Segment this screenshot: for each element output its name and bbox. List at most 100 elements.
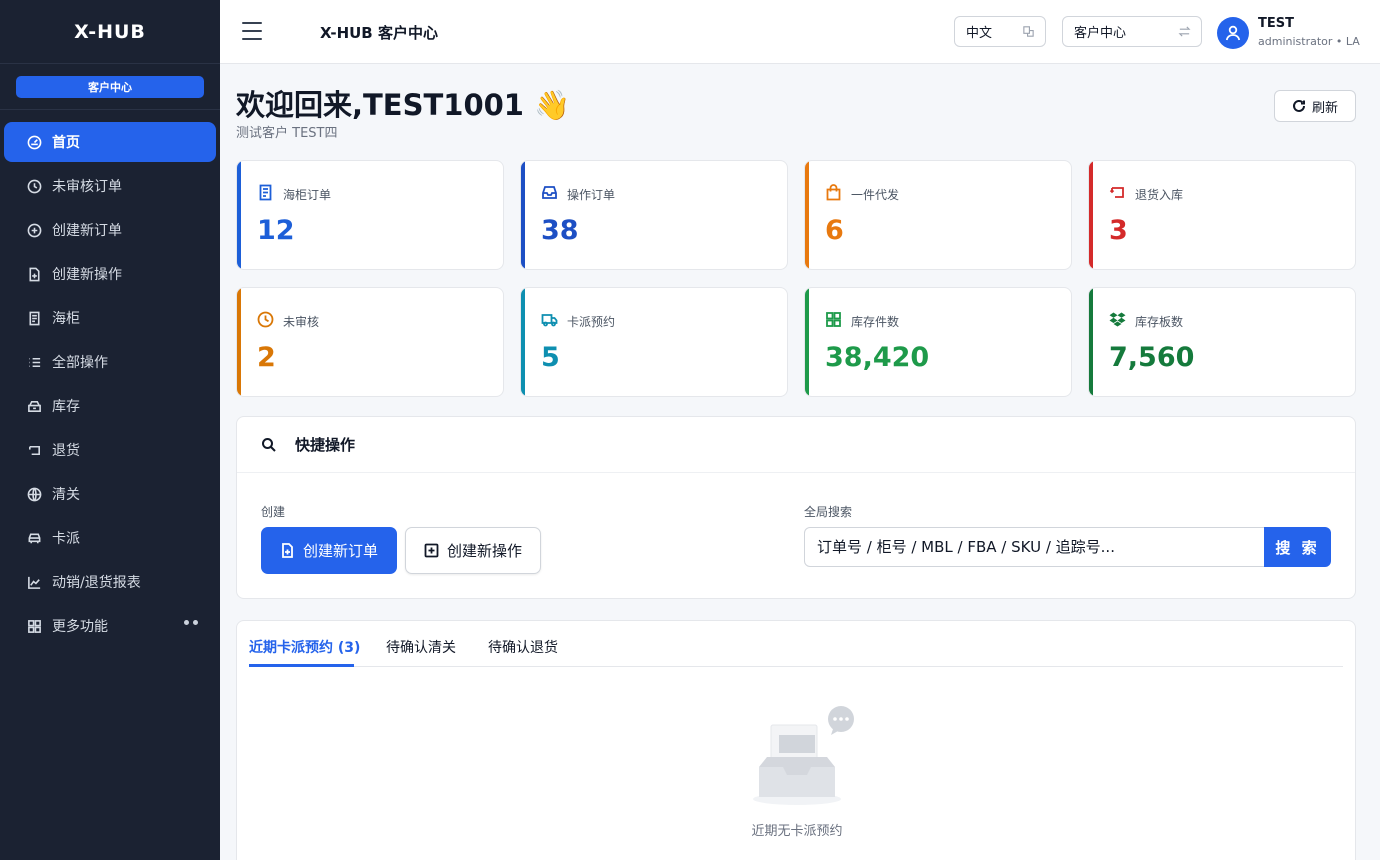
- clock-icon: [26, 178, 42, 194]
- card-accent-bar: [1089, 161, 1093, 269]
- tabs-panel: 近期卡派预约 (3) 待确认清关 待确认退货 近期无卡派预约: [236, 620, 1356, 860]
- stat-card-operation-orders[interactable]: 操作订单 38: [520, 160, 788, 270]
- list-icon: [26, 354, 42, 370]
- customer-center-badge: 客户中心: [16, 75, 204, 98]
- receipt-icon: [257, 184, 274, 201]
- create-label: 创建: [261, 505, 286, 519]
- refresh-icon: [1293, 99, 1305, 112]
- stat-card-trucking-appointments[interactable]: 卡派预约 5: [520, 287, 788, 397]
- translate-icon: [1022, 25, 1035, 38]
- tab-pending-returns[interactable]: 待确认退货: [488, 637, 558, 657]
- dashboard-icon: [26, 134, 42, 150]
- sidebar-item-reports[interactable]: 动销/退货报表: [4, 562, 216, 602]
- more-dots-icon: [184, 620, 198, 625]
- sidebar: X-HUB 客户中心 首页 未审核订单 创建新订单 创建新操作 海柜 全部操作: [0, 0, 220, 860]
- sidebar-item-label: 卡派: [52, 531, 80, 547]
- language-select-value: 中文: [966, 26, 993, 41]
- sidebar-item-label: 未审核订单: [52, 179, 122, 195]
- user-role: administrator • LA: [1258, 35, 1360, 48]
- return-icon: [1109, 184, 1126, 201]
- sidebar-item-returns[interactable]: 退货: [4, 430, 216, 470]
- refresh-button[interactable]: 刷新: [1274, 90, 1356, 122]
- stat-label: 未审核: [283, 315, 320, 329]
- sidebar-item-container[interactable]: 海柜: [4, 298, 216, 338]
- sidebar-item-pending-orders[interactable]: 未审核订单: [4, 166, 216, 206]
- tab-pending-customs[interactable]: 待确认清关: [386, 637, 456, 657]
- stat-card-inventory-pallets[interactable]: 库存板数 7,560: [1088, 287, 1356, 397]
- stat-value: 38,420: [825, 342, 930, 373]
- sidebar-item-more[interactable]: 更多功能: [4, 606, 216, 646]
- stat-value: 2: [257, 342, 276, 373]
- create-order-button[interactable]: 创建新订单: [261, 527, 397, 574]
- sidebar-item-home[interactable]: 首页: [4, 122, 216, 162]
- stat-card-container-orders[interactable]: 海柜订单 12: [236, 160, 504, 270]
- dropbox-icon: [1109, 311, 1126, 328]
- stat-value: 12: [257, 215, 295, 246]
- tab-bar: 近期卡派预约 (3) 待确认清关 待确认退货: [249, 621, 1343, 667]
- user-name: TEST: [1258, 16, 1294, 31]
- stat-card-inventory-items[interactable]: 库存件数 38,420: [804, 287, 1072, 397]
- sidebar-item-label: 创建新订单: [52, 223, 122, 239]
- sidebar-item-label: 创建新操作: [52, 267, 122, 283]
- stat-value: 6: [825, 215, 844, 246]
- search-icon: [262, 437, 276, 452]
- file-plus-icon: [282, 543, 293, 558]
- badge-wrap: 客户中心: [0, 64, 220, 110]
- car-icon: [26, 530, 42, 546]
- stat-label: 退货入库: [1135, 188, 1184, 202]
- create-operation-label: 创建新操作: [446, 542, 522, 560]
- language-select[interactable]: 中文: [954, 16, 1046, 47]
- stat-card-pending-review[interactable]: 未审核 2: [236, 287, 504, 397]
- sidebar-item-label: 首页: [52, 135, 80, 151]
- sidebar-item-label: 退货: [52, 443, 80, 459]
- stat-label: 操作订单: [567, 188, 616, 202]
- stat-card-dropship[interactable]: 一件代发 6: [804, 160, 1072, 270]
- card-accent-bar: [805, 288, 809, 396]
- file-plus-icon: [26, 266, 42, 282]
- empty-state-text: 近期无卡派预约: [751, 824, 843, 839]
- quick-actions-panel: 快捷操作 创建 创建新订单 创建新操作 全局搜索 搜 索: [236, 416, 1356, 599]
- clock-icon: [257, 311, 274, 328]
- quick-actions-header: 快捷操作: [237, 417, 1355, 473]
- create-operation-button[interactable]: 创建新操作: [405, 527, 541, 574]
- inbox-icon: [541, 184, 558, 201]
- box-icon: [26, 398, 42, 414]
- sidebar-item-create-order[interactable]: 创建新订单: [4, 210, 216, 250]
- tab-trucking-appointments[interactable]: 近期卡派预约 (3): [249, 637, 360, 657]
- hamburger-menu-icon[interactable]: [242, 22, 262, 40]
- plus-circle-icon: [26, 222, 42, 238]
- stat-value: 7,560: [1109, 342, 1195, 373]
- receipt-icon: [26, 310, 42, 326]
- sidebar-item-label: 清关: [52, 487, 80, 503]
- grid-icon: [26, 618, 42, 634]
- top-bar: X-HUB 客户中心 中文 客户中心 TEST administrator • …: [220, 0, 1380, 64]
- top-bar-title: X-HUB 客户中心: [320, 24, 438, 42]
- global-search-input[interactable]: [804, 527, 1265, 567]
- sidebar-item-label: 更多功能: [52, 619, 108, 635]
- return-icon: [26, 442, 42, 458]
- sidebar-item-inventory[interactable]: 库存: [4, 386, 216, 426]
- sidebar-nav: 首页 未审核订单 创建新订单 创建新操作 海柜 全部操作 库存 退货 清关 卡派…: [0, 110, 220, 646]
- swap-icon: [1178, 25, 1191, 38]
- sidebar-item-create-operation[interactable]: 创建新操作: [4, 254, 216, 294]
- sidebar-item-trucking[interactable]: 卡派: [4, 518, 216, 558]
- portal-select[interactable]: 客户中心: [1062, 16, 1202, 47]
- empty-inbox-icon: [753, 706, 854, 805]
- card-accent-bar: [521, 161, 525, 269]
- stat-value: 5: [541, 342, 560, 373]
- page-title: 欢迎回来,TEST1001 👋: [236, 88, 571, 122]
- portal-select-value: 客户中心: [1074, 26, 1127, 41]
- user-icon: [1225, 25, 1241, 41]
- global-search-label: 全局搜索: [804, 505, 853, 519]
- sidebar-item-customs[interactable]: 清关: [4, 474, 216, 514]
- stat-value: 3: [1109, 215, 1128, 246]
- truck-icon: [541, 311, 558, 328]
- plus-square-icon: [424, 543, 439, 558]
- sidebar-item-all-operations[interactable]: 全部操作: [4, 342, 216, 382]
- card-accent-bar: [805, 161, 809, 269]
- card-accent-bar: [521, 288, 525, 396]
- refresh-label: 刷新: [1311, 100, 1338, 116]
- search-button[interactable]: 搜 索: [1264, 527, 1331, 567]
- stat-card-return-inbound[interactable]: 退货入库 3: [1088, 160, 1356, 270]
- user-avatar[interactable]: [1217, 17, 1249, 49]
